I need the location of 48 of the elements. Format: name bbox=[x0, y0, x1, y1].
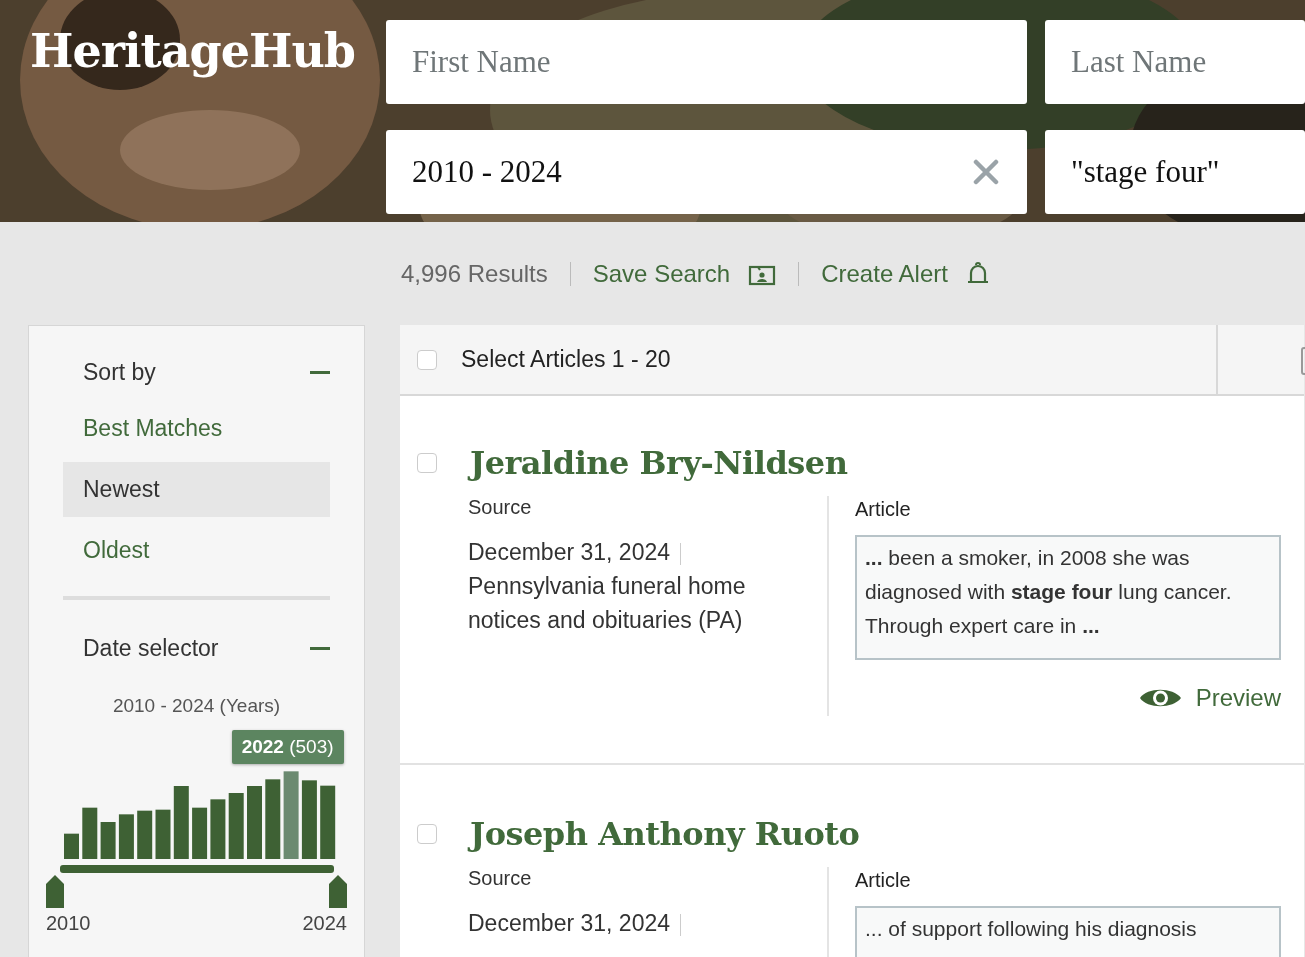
article-label: Article bbox=[855, 498, 912, 521]
bell-icon bbox=[965, 261, 990, 286]
year-tooltip: 2022 (503) bbox=[231, 730, 344, 764]
select-label: Select Articles 1 - 20 bbox=[461, 346, 671, 373]
histogram-bar[interactable] bbox=[155, 809, 171, 859]
end-year: 2024 bbox=[302, 912, 347, 935]
histogram-bar[interactable] bbox=[64, 833, 79, 859]
range-label: 2010 - 2024 (Years) bbox=[111, 695, 282, 717]
result-checkbox[interactable] bbox=[417, 824, 437, 844]
histogram-bar[interactable] bbox=[100, 822, 116, 859]
snippet-box: ... of support following his diagnosis bbox=[855, 906, 1281, 957]
sort-option[interactable]: Newest bbox=[63, 462, 330, 517]
sort-option[interactable]: Oldest bbox=[63, 523, 330, 578]
preview-link[interactable]: Preview bbox=[855, 684, 1281, 712]
select-all-checkbox[interactable] bbox=[417, 349, 437, 370]
histogram-bar[interactable] bbox=[82, 807, 98, 859]
results-count: 4,996 Results bbox=[401, 259, 548, 288]
histogram-bar[interactable] bbox=[265, 779, 281, 859]
histogram-bar[interactable] bbox=[192, 807, 208, 859]
date-range-field[interactable]: 2010 - 2024 bbox=[386, 130, 1027, 214]
search-field[interactable]: Last Name bbox=[1045, 20, 1305, 104]
source-label: Source bbox=[468, 867, 533, 890]
result-checkbox[interactable] bbox=[417, 453, 437, 473]
date-text: December 31, 2024 bbox=[468, 910, 670, 936]
source-name: Pennsylvania funeral home notices and obituaries (PA) bbox=[468, 573, 746, 633]
date-selector-title: Date selector bbox=[83, 635, 219, 662]
slider-handle[interactable] bbox=[46, 875, 64, 908]
histogram-bar[interactable] bbox=[118, 814, 134, 859]
slider-handle[interactable] bbox=[329, 875, 347, 908]
logo[interactable]: HeritageHub bbox=[30, 24, 386, 84]
snippet-box: ... been a smoker, in 2008 she was diagnosed with stage four lung cancer. Through expert care in ... bbox=[855, 535, 1281, 660]
source-label: Source bbox=[468, 496, 533, 519]
article-label: Article bbox=[855, 869, 912, 892]
sort-option[interactable]: Best Matches bbox=[63, 401, 330, 456]
save-search-link[interactable]: Save Search bbox=[592, 259, 731, 288]
sort-title: Sort by bbox=[83, 359, 156, 386]
clear-icon[interactable] bbox=[973, 159, 999, 185]
start-year: 2010 bbox=[46, 912, 91, 935]
search-field[interactable]: "stage four" bbox=[1045, 130, 1305, 214]
histogram-bar[interactable] bbox=[137, 810, 153, 859]
histogram-bar[interactable] bbox=[173, 786, 189, 859]
histogram-bar[interactable] bbox=[320, 785, 336, 859]
create-alert-link[interactable]: Create Alert bbox=[821, 259, 948, 288]
search-field[interactable]: First Name bbox=[386, 20, 1027, 104]
histogram-bar[interactable] bbox=[228, 793, 244, 859]
histogram-bar[interactable] bbox=[210, 799, 226, 859]
histogram-bar[interactable] bbox=[301, 780, 317, 859]
date-text: December 31, 2024 bbox=[468, 539, 670, 565]
